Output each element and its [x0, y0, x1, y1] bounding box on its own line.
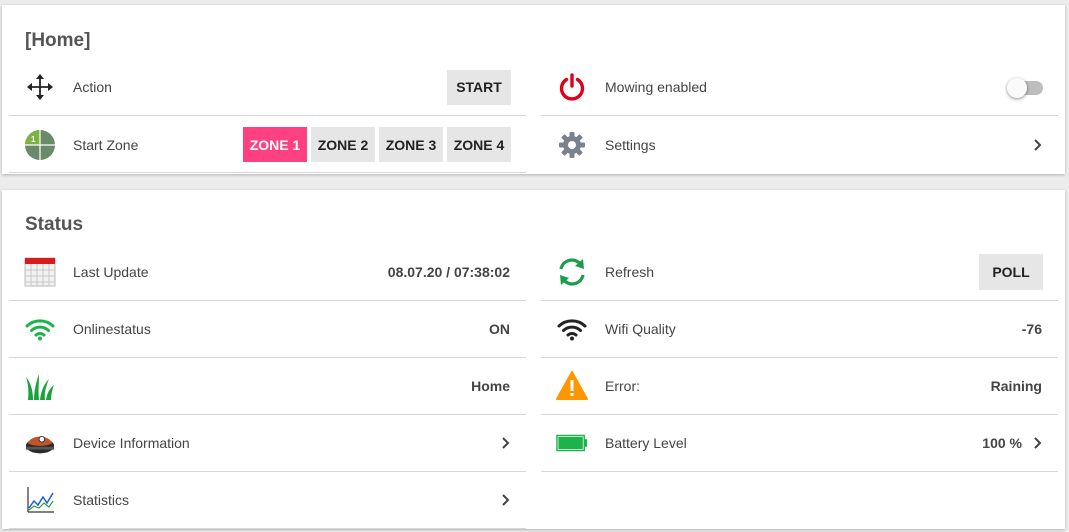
action-label: Action [73, 79, 112, 95]
poll-button[interactable]: POLL [979, 254, 1043, 290]
mowing-label: Mowing enabled [605, 79, 707, 95]
error-label: Error: [605, 378, 640, 394]
device-info-row[interactable]: Device Information [9, 415, 526, 472]
statistics-row[interactable]: Statistics [9, 472, 526, 529]
wifi-quality-label: Wifi Quality [605, 321, 676, 337]
svg-text:1: 1 [31, 135, 36, 144]
chevron-right-icon [1034, 437, 1042, 449]
action-row: Action START [9, 59, 526, 116]
zone-3-button[interactable]: ZONE 3 [379, 127, 443, 162]
mowing-toggle[interactable] [1007, 76, 1043, 98]
power-icon [556, 71, 588, 103]
move-arrows-icon [24, 71, 56, 103]
location-row: Home [9, 358, 526, 415]
chevron-right-icon [502, 437, 510, 449]
last-update-label: Last Update [73, 264, 149, 280]
zone-1-button[interactable]: ZONE 1 [243, 127, 307, 162]
location-value: Home [471, 378, 510, 394]
battery-value: 100 % [982, 435, 1022, 451]
zone-pie-icon: 1 [24, 129, 56, 161]
wifi-quality-value: -76 [1021, 321, 1042, 337]
onlinestatus-value: ON [489, 321, 510, 337]
refresh-row: Refresh POLL [541, 244, 1058, 301]
calendar-icon [24, 256, 56, 288]
error-value: Raining [990, 378, 1042, 394]
last-update-value: 08.07.20 / 07:38:02 [387, 264, 510, 280]
chart-icon [24, 484, 56, 516]
onlinestatus-row: Onlinestatus ON [9, 301, 526, 358]
start-zone-row: 1 Start Zone ZONE 1 ZONE 2 ZONE 3 ZONE 4 [9, 116, 526, 173]
zone-row-divider [9, 172, 526, 173]
start-button[interactable]: START [447, 69, 511, 105]
status-card: Status Last Update 08.07.20 / 07:38:02 R… [2, 190, 1065, 529]
mower-icon [24, 427, 56, 459]
zone-2-button[interactable]: ZONE 2 [311, 127, 375, 162]
mowing-row: Mowing enabled [541, 59, 1058, 116]
onlinestatus-label: Onlinestatus [73, 321, 151, 337]
chevron-right-icon [502, 494, 510, 506]
wifi-icon [556, 313, 588, 345]
battery-icon [556, 427, 588, 459]
device-info-label: Device Information [73, 435, 190, 451]
gear-icon [556, 129, 588, 161]
last-update-row: Last Update 08.07.20 / 07:38:02 [9, 244, 526, 301]
refresh-icon [556, 256, 588, 288]
start-zone-label: Start Zone [73, 136, 139, 153]
chevron-right-icon [1034, 138, 1042, 151]
wifi-icon [24, 313, 56, 345]
settings-row[interactable]: Settings [541, 116, 1058, 173]
home-title: [Home] [25, 30, 91, 51]
battery-label: Battery Level [605, 435, 687, 451]
wifi-quality-row: Wifi Quality -76 [541, 301, 1058, 358]
error-row: Error: Raining [541, 358, 1058, 415]
warning-icon [556, 370, 588, 402]
status-title: Status [25, 214, 84, 235]
settings-label: Settings [605, 136, 656, 153]
home-card: [Home] Action START Mowing enabled 1 Sta… [2, 5, 1065, 174]
zone-buttons: ZONE 1 ZONE 2 ZONE 3 ZONE 4 [243, 127, 511, 162]
zone-4-button[interactable]: ZONE 4 [447, 127, 511, 162]
grass-icon [24, 370, 56, 402]
toggle-knob [1007, 78, 1027, 98]
battery-row[interactable]: Battery Level 100 % [541, 415, 1058, 472]
statistics-label: Statistics [73, 492, 130, 508]
refresh-label: Refresh [605, 264, 655, 280]
